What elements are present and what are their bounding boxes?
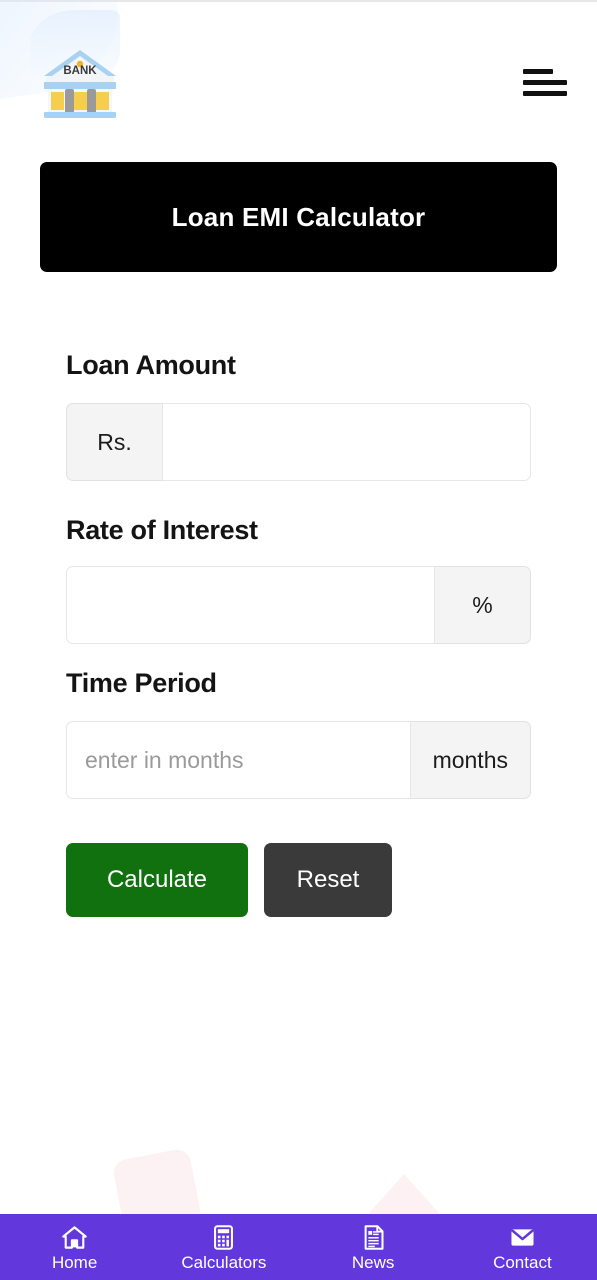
document-icon [364, 1224, 384, 1250]
loan-amount-label: Loan Amount [66, 350, 236, 380]
home-icon [62, 1225, 87, 1249]
rate-of-interest-percent-addon: % [435, 566, 531, 644]
nav-label-news: News [351, 1252, 395, 1272]
nav-item-contact[interactable]: Contact [448, 1214, 597, 1280]
rate-of-interest-label: Rate of Interest [66, 515, 258, 545]
bank-building-icon: BANK [44, 50, 116, 118]
loan-amount-input-group: Rs. [66, 403, 531, 481]
nav-item-calculators[interactable]: Calculators [149, 1214, 298, 1280]
page-header: BANK [0, 2, 597, 162]
hamburger-bar-3 [523, 90, 567, 96]
rate-of-interest-input-group: % [66, 566, 531, 644]
time-period-label: Time Period [66, 668, 217, 698]
reset-button[interactable]: Reset [264, 843, 392, 917]
nav-item-news[interactable]: News [299, 1214, 448, 1280]
time-period-months-addon: months [410, 721, 531, 799]
calculator-icon [214, 1224, 234, 1250]
nav-label-calculators: Calculators [181, 1252, 267, 1272]
bottom-navigation-bar: Home Calculators News Contact [0, 1214, 597, 1280]
loan-amount-currency-addon: Rs. [66, 403, 162, 481]
loan-amount-field-group: Loan Amount Rs. [40, 350, 557, 481]
action-button-row: Calculate Reset [40, 843, 557, 917]
calculate-button[interactable]: Calculate [66, 843, 248, 917]
nav-item-home[interactable]: Home [0, 1214, 149, 1280]
page-title: Loan EMI Calculator [171, 201, 426, 232]
rate-of-interest-input[interactable] [66, 566, 435, 644]
hamburger-bar-1 [523, 68, 553, 74]
rate-of-interest-field-group: Rate of Interest % [40, 515, 557, 644]
hamburger-bar-2 [523, 79, 567, 85]
page-title-banner: Loan EMI Calculator [40, 162, 557, 272]
nav-label-home: Home [51, 1252, 98, 1272]
time-period-input-group: months [66, 721, 531, 799]
nav-label-contact: Contact [493, 1252, 552, 1272]
main-content: Loan EMI Calculator Loan Amount Rs. Rate… [0, 162, 597, 917]
hamburger-menu-icon[interactable] [523, 65, 569, 99]
loan-amount-input[interactable] [162, 403, 531, 481]
svg-text:BANK: BANK [63, 65, 97, 77]
time-period-input[interactable] [66, 721, 411, 799]
time-period-field-group: Time Period months [40, 668, 557, 799]
bank-logo[interactable]: BANK [38, 40, 122, 124]
envelope-icon [511, 1228, 534, 1246]
